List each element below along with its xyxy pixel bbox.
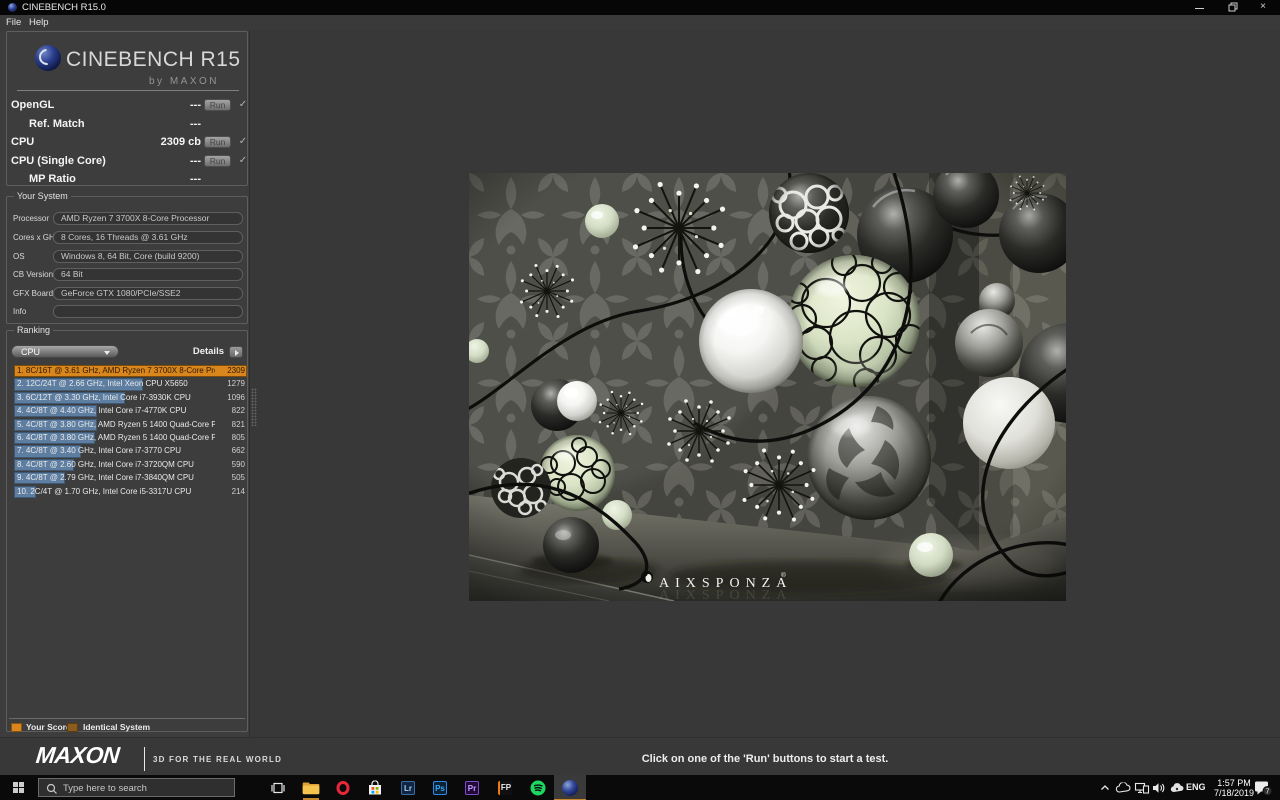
cinebench-logo-title: CINEBENCH R15 bbox=[66, 48, 241, 71]
taskbar-search-input[interactable]: Type here to search bbox=[38, 777, 235, 797]
check-icon[interactable]: ✓ bbox=[236, 154, 250, 168]
details-label: Details bbox=[192, 346, 224, 357]
photoshop-icon[interactable]: Ps bbox=[424, 775, 456, 800]
bench-row-cpu-single: CPU (Single Core) --- Run ✓ bbox=[7, 154, 249, 168]
ranking-row[interactable]: 10. 2C/4T @ 1.70 GHz, Intel Core i5-3317… bbox=[14, 485, 247, 498]
cinebench-taskbar-icon[interactable] bbox=[554, 775, 586, 800]
benchmark-box: CINEBENCH R15 by MAXON OpenGL --- Run ✓ … bbox=[6, 31, 248, 186]
app-icon bbox=[8, 3, 17, 12]
microsoft-store-icon[interactable] bbox=[359, 775, 391, 800]
your-system-box: Your System Processor AMD Ryzen 7 3700X 8… bbox=[6, 191, 248, 324]
chevron-down-icon bbox=[104, 350, 110, 355]
run-opengl-button[interactable]: Run bbox=[204, 99, 231, 111]
run-cpu-single-button[interactable]: Run bbox=[204, 154, 231, 167]
restore-button[interactable] bbox=[1220, 0, 1246, 15]
network-icon[interactable] bbox=[1134, 775, 1150, 800]
render-preview-image: AIXSPONZA ® AIXSPONZA bbox=[469, 173, 1066, 601]
your-score-swatch bbox=[11, 722, 22, 732]
fp-app-icon[interactable]: FP bbox=[489, 775, 521, 800]
premiere-icon[interactable]: Pr bbox=[456, 775, 488, 800]
language-indicator[interactable]: ENG bbox=[1186, 775, 1208, 800]
cloud-status-icon[interactable] bbox=[1169, 775, 1185, 800]
notification-icon[interactable]: 7 bbox=[1250, 775, 1276, 800]
minimize-button[interactable] bbox=[1186, 0, 1212, 15]
close-button[interactable]: × bbox=[1250, 0, 1276, 15]
processor-field[interactable]: AMD Ryzen 7 3700X 8-Core Processor bbox=[53, 212, 243, 225]
menu-help[interactable]: Help bbox=[29, 17, 49, 28]
ranking-row[interactable]: 2. 12C/24T @ 2.66 GHz, Intel Xeon CPU X5… bbox=[14, 378, 247, 391]
os-field[interactable]: Windows 8, 64 Bit, Core (build 9200) bbox=[53, 249, 243, 263]
title-bar: CINEBENCH R15.0 × bbox=[0, 0, 1280, 15]
ranking-row[interactable]: 1. 8C/16T @ 3.61 GHz, AMD Ryzen 7 3700X … bbox=[14, 365, 247, 378]
file-explorer-icon[interactable] bbox=[295, 775, 327, 800]
volume-icon[interactable] bbox=[1151, 775, 1167, 800]
maxon-logo: MAXON bbox=[34, 742, 121, 768]
ranking-filter-dropdown[interactable]: CPU bbox=[11, 345, 119, 358]
check-icon[interactable]: ✓ bbox=[236, 135, 250, 149]
menu-file[interactable]: File bbox=[6, 17, 21, 28]
separator bbox=[9, 718, 245, 719]
ranking-row[interactable]: 8. 4C/8T @ 2.60 GHz, Intel Core i7-3720Q… bbox=[14, 458, 247, 471]
spotify-icon[interactable] bbox=[522, 775, 554, 800]
ranking-row[interactable]: 4. 4C/8T @ 4.40 GHz, Intel Core i7-4770K… bbox=[14, 405, 247, 418]
check-icon[interactable]: ✓ bbox=[236, 98, 250, 112]
cinebench-logo-subtitle: by MAXON bbox=[149, 76, 220, 87]
footer-bar: MAXON 3D FOR THE REAL WORLD Click on one… bbox=[0, 737, 1280, 775]
info-field[interactable] bbox=[53, 305, 243, 318]
ranking-box: Ranking CPU Details 1. 8C/16T @ 3.61 GHz… bbox=[6, 325, 248, 732]
ranking-row[interactable]: 9. 4C/8T @ 2.79 GHz, Intel Core i7-3840Q… bbox=[14, 472, 247, 485]
lightroom-icon[interactable]: Lr bbox=[392, 775, 424, 800]
divider bbox=[144, 747, 145, 771]
ranking-row[interactable]: 5. 4C/8T @ 3.80 GHz, AMD Ryzen 5 1400 Qu… bbox=[14, 418, 247, 431]
ranking-row[interactable]: 7. 4C/8T @ 3.40 GHz, Intel Core i7-3770 … bbox=[14, 445, 247, 458]
tray-chevron-icon[interactable] bbox=[1098, 775, 1112, 800]
ranking-row[interactable]: 3. 6C/12T @ 3.30 GHz, Intel Core i7-3930… bbox=[14, 391, 247, 404]
arrow-right-icon bbox=[235, 349, 239, 356]
gfxboard-field[interactable]: GeForce GTX 1080/PCIe/SSE2 bbox=[53, 286, 243, 300]
cores-field[interactable]: 8 Cores, 16 Threads @ 3.61 GHz bbox=[53, 231, 243, 244]
window-title: CINEBENCH R15.0 bbox=[22, 2, 106, 13]
bench-row-opengl: OpenGL --- Run ✓ bbox=[7, 98, 249, 112]
cbversion-field[interactable]: 64 Bit bbox=[53, 268, 243, 281]
svg-text:7: 7 bbox=[1266, 788, 1270, 795]
onedrive-icon[interactable] bbox=[1115, 775, 1131, 800]
panel-resize-grip[interactable] bbox=[251, 388, 257, 426]
windows-taskbar: Type here to search Lr Ps Pr FP ENG 1:57… bbox=[0, 775, 1280, 800]
search-icon bbox=[46, 783, 57, 794]
ranking-row[interactable]: 6. 4C/8T @ 3.80 GHz, AMD Ryzen 5 1400 Qu… bbox=[14, 432, 247, 445]
identical-system-swatch bbox=[67, 722, 78, 732]
task-view-button[interactable] bbox=[262, 775, 294, 800]
run-cpu-button[interactable]: Run bbox=[204, 136, 231, 149]
separator bbox=[17, 90, 239, 91]
side-panel: CINEBENCH R15 by MAXON OpenGL --- Run ✓ … bbox=[0, 30, 250, 737]
start-button[interactable] bbox=[0, 775, 38, 800]
menu-bar: File Help bbox=[0, 15, 1280, 30]
opera-icon[interactable] bbox=[327, 775, 359, 800]
bench-row-refmatch: Ref. Match --- bbox=[29, 117, 201, 130]
details-button[interactable] bbox=[229, 345, 243, 358]
cinebench-logo-icon bbox=[35, 45, 61, 71]
bench-row-cpu: CPU 2309 cb Run ✓ bbox=[7, 135, 249, 149]
hint-text: Click on one of the 'Run' buttons to sta… bbox=[641, 753, 889, 765]
bench-row-mpratio: MP Ratio --- bbox=[29, 173, 201, 186]
